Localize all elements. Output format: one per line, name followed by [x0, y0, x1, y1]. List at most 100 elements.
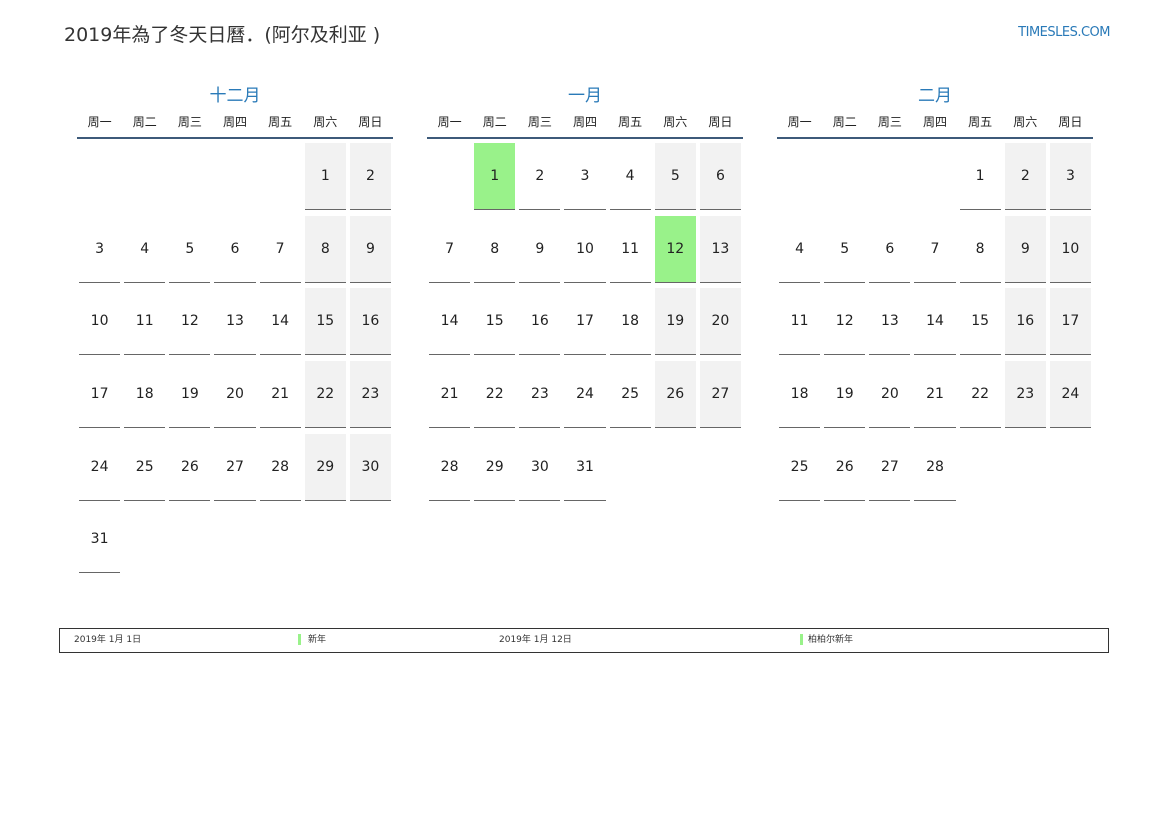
day-cell[interactable]: 11: [124, 288, 166, 356]
day-cell[interactable]: 7: [914, 216, 956, 283]
day-cell[interactable]: 25: [609, 361, 651, 429]
day-cell[interactable]: 22: [304, 361, 346, 429]
site-link[interactable]: TIMESLES.COM: [1018, 25, 1110, 40]
day-cell[interactable]: 13: [869, 288, 911, 356]
day-cell[interactable]: 21: [259, 361, 301, 429]
day-cell[interactable]: 18: [779, 361, 821, 429]
day-cell[interactable]: 20: [699, 288, 741, 356]
day-cell[interactable]: 10: [564, 216, 606, 283]
week-row: 18 19 20 21 22 23 24: [777, 357, 1093, 430]
day-cell[interactable]: 5: [654, 143, 696, 210]
day-cell[interactable]: 28: [429, 434, 471, 501]
day-cell[interactable]: 2: [519, 143, 561, 210]
day-cell[interactable]: 26: [824, 434, 866, 501]
day-cell[interactable]: 7: [429, 216, 471, 283]
day-cell[interactable]: 19: [169, 361, 211, 429]
day-cell[interactable]: 16: [519, 288, 561, 356]
day-cell[interactable]: 31: [79, 506, 121, 574]
day-cell[interactable]: 12: [169, 288, 211, 356]
day-cell[interactable]: 28: [914, 434, 956, 501]
day-cell[interactable]: 21: [914, 361, 956, 429]
empty-cell: [214, 143, 255, 210]
day-cell[interactable]: 30: [519, 434, 561, 501]
day-cell[interactable]: 24: [564, 361, 606, 429]
day-cell[interactable]: 3: [79, 216, 121, 283]
weekday-header: 周一 周二 周三 周四 周五 周六 周日: [777, 108, 1093, 139]
day-cell[interactable]: 17: [79, 361, 121, 429]
day-cell[interactable]: 16: [349, 288, 391, 356]
day-cell[interactable]: 20: [869, 361, 911, 429]
day-cell[interactable]: 10: [1049, 215, 1091, 283]
day-cell[interactable]: 24: [79, 434, 121, 501]
day-cell[interactable]: 17: [564, 288, 606, 356]
day-cell[interactable]: 13: [699, 215, 741, 283]
day-cell[interactable]: 22: [959, 361, 1001, 429]
holiday-legend: 2019年 1月 1日 新年 2019年 1月 12日 柏柏尔新年: [59, 628, 1109, 653]
day-cell[interactable]: 6: [699, 143, 741, 210]
day-cell[interactable]: 27: [699, 361, 741, 429]
day-cell[interactable]: 18: [609, 288, 651, 356]
day-cell[interactable]: 11: [609, 216, 651, 283]
day-cell[interactable]: 18: [124, 361, 166, 429]
day-cell[interactable]: 26: [654, 361, 696, 429]
day-cell[interactable]: 16: [1004, 288, 1046, 356]
day-cell[interactable]: 27: [214, 434, 256, 501]
day-cell[interactable]: 28: [259, 434, 301, 501]
day-cell[interactable]: 3: [564, 143, 606, 210]
day-cell[interactable]: 17: [1049, 288, 1091, 356]
day-cell[interactable]: 9: [519, 216, 561, 283]
day-cell[interactable]: 20: [214, 361, 256, 429]
day-cell[interactable]: 7: [259, 216, 301, 283]
day-cell[interactable]: 25: [124, 434, 166, 501]
holiday-day-cell[interactable]: 1: [474, 143, 516, 210]
day-cell[interactable]: 15: [474, 288, 516, 356]
day-cell[interactable]: 2: [1004, 143, 1046, 210]
week-row: 17 18 19 20 21 22 23: [77, 357, 393, 430]
day-cell[interactable]: 15: [959, 288, 1001, 356]
day-cell[interactable]: 10: [79, 288, 121, 356]
day-cell[interactable]: 22: [474, 361, 516, 429]
day-cell[interactable]: 26: [169, 434, 211, 501]
day-cell[interactable]: 14: [914, 288, 956, 356]
day-cell[interactable]: 2: [349, 143, 391, 210]
day-cell[interactable]: 11: [779, 288, 821, 356]
day-cell[interactable]: 6: [214, 216, 256, 283]
day-cell[interactable]: 29: [474, 434, 516, 501]
empty-cell: [124, 143, 165, 210]
day-cell[interactable]: 24: [1049, 361, 1091, 429]
month-december: 十二月 周一 周二 周三 周四 周五 周六 周日 1 2 3 4 5 6 7 8 9 10 11 12 13 14 15 16…: [77, 84, 393, 575]
day-cell[interactable]: 8: [304, 215, 346, 283]
day-cell[interactable]: 31: [564, 434, 606, 501]
day-cell[interactable]: 6: [869, 216, 911, 283]
day-cell[interactable]: 29: [304, 433, 346, 501]
week-row: 123: [777, 139, 1093, 212]
day-cell[interactable]: 4: [609, 143, 651, 210]
day-cell[interactable]: 15: [304, 288, 346, 356]
day-cell[interactable]: 5: [169, 216, 211, 283]
day-cell[interactable]: 30: [349, 433, 391, 501]
day-cell[interactable]: 13: [214, 288, 256, 356]
day-cell[interactable]: 8: [959, 216, 1001, 283]
day-cell[interactable]: 5: [824, 216, 866, 283]
day-cell[interactable]: 3: [1049, 143, 1091, 210]
day-cell[interactable]: 21: [429, 361, 471, 429]
empty-cell: [350, 506, 391, 573]
day-cell[interactable]: 23: [519, 361, 561, 429]
holiday-day-cell[interactable]: 12: [654, 215, 696, 283]
day-cell[interactable]: 4: [124, 216, 166, 283]
day-cell[interactable]: 27: [869, 434, 911, 501]
day-cell[interactable]: 4: [779, 216, 821, 283]
day-cell[interactable]: 14: [259, 288, 301, 356]
day-cell[interactable]: 1: [959, 143, 1001, 210]
day-cell[interactable]: 12: [824, 288, 866, 356]
day-cell[interactable]: 19: [824, 361, 866, 429]
day-cell[interactable]: 19: [654, 288, 696, 356]
day-cell[interactable]: 23: [349, 361, 391, 429]
day-cell[interactable]: 1: [304, 143, 346, 210]
day-cell[interactable]: 25: [779, 434, 821, 501]
day-cell[interactable]: 9: [1004, 215, 1046, 283]
day-cell[interactable]: 9: [349, 215, 391, 283]
day-cell[interactable]: 23: [1004, 361, 1046, 429]
day-cell[interactable]: 8: [474, 216, 516, 283]
day-cell[interactable]: 14: [429, 288, 471, 356]
